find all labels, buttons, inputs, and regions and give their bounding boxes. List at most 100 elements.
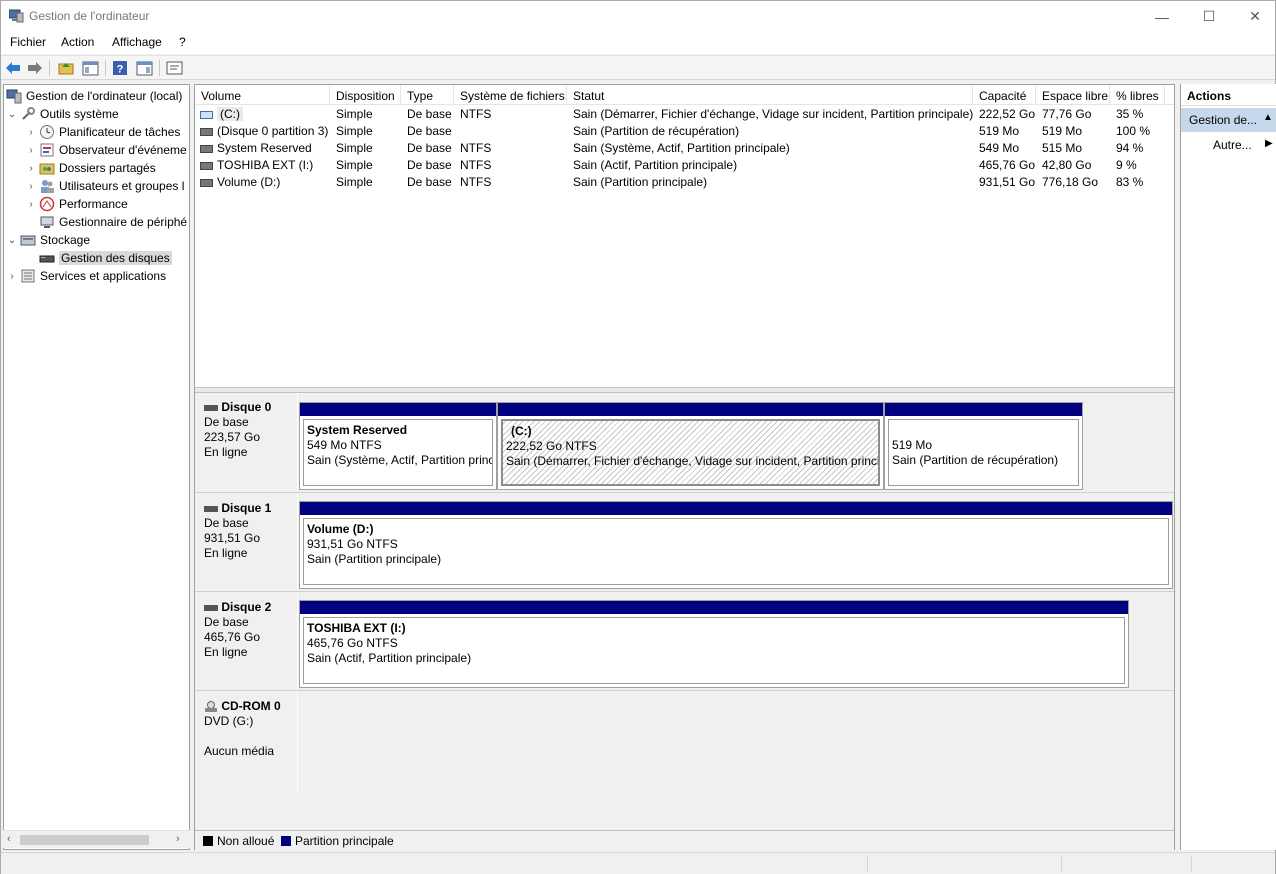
legend-unallocated: Non alloué (217, 834, 275, 848)
chevron-down-icon[interactable]: ⌄ (6, 235, 18, 246)
tree-item-performance[interactable]: › Performance (25, 195, 128, 213)
volume-capacity: 222,52 Go (979, 107, 1036, 121)
partition-details: Volume (D:) 931,51 Go NTFS Sain (Partiti… (303, 518, 1169, 585)
disk-label-2[interactable]: Disque 2 De base 465,76 Go En ligne (195, 593, 298, 690)
volume-disposition: Simple (336, 141, 373, 155)
disk-name: CD-ROM 0 (221, 699, 281, 713)
menu-action[interactable]: Action (61, 35, 94, 49)
tree-item-services[interactable]: › Services et applications (6, 267, 166, 285)
volume-status: Sain (Actif, Partition principale) (573, 158, 738, 172)
table-row[interactable]: System Reserved Simple De base NTFS Sain… (195, 139, 1174, 156)
tree-item-label: Services et applications (40, 269, 167, 283)
disk-type: De base (204, 415, 249, 429)
menu-fichier[interactable]: Fichier (10, 35, 46, 49)
disk-divider (195, 591, 1174, 592)
close-button[interactable]: ✕ (1232, 1, 1276, 32)
disk-state: En ligne (204, 445, 248, 459)
actions-section-disk-management[interactable]: Gestion de... ▲ (1181, 108, 1276, 132)
tree-item-utilisateurs[interactable]: › Utilisateurs et groupes l (25, 177, 184, 195)
chevron-right-icon[interactable]: › (25, 199, 37, 210)
chevron-down-icon[interactable]: ⌄ (6, 109, 18, 120)
tree-root[interactable]: Gestion de l'ordinateur (local) (6, 87, 182, 105)
column-header-filesystem[interactable]: Système de fichiers (454, 85, 567, 105)
status-bar (1, 852, 1275, 874)
disk-divider (195, 492, 1174, 493)
properties-icon[interactable] (165, 59, 183, 77)
menu-affichage[interactable]: Affichage (112, 35, 162, 49)
volume-name: TOSHIBA EXT (I:) (217, 158, 314, 172)
table-row[interactable]: (C:) Simple De base NTFS Sain (Démarrer,… (195, 105, 1174, 122)
show-hide-action-pane-icon[interactable] (135, 59, 153, 77)
tree-item-observateur[interactable]: › Observateur d'événeme (25, 141, 186, 159)
table-row[interactable]: (Disque 0 partition 3) Simple De base Sa… (195, 122, 1174, 139)
volume-icon (200, 127, 213, 136)
partition-c[interactable]: (C:) 222,52 Go NTFS Sain (Démarrer, Fich… (497, 402, 884, 490)
scrollbar-thumb[interactable] (20, 835, 149, 845)
partition-status: Sain (Actif, Partition principale) (307, 651, 472, 665)
partition-recovery[interactable]: 519 Mo Sain (Partition de récupération) (884, 402, 1083, 490)
tree-item-dossiers-partages[interactable]: › Dossiers partagés (25, 159, 155, 177)
column-header-type[interactable]: Type (401, 85, 454, 105)
chevron-right-icon[interactable]: › (25, 127, 37, 138)
partition-size: 519 Mo (892, 438, 933, 452)
partition-title: TOSHIBA EXT (I:) (307, 621, 406, 635)
tree-horizontal-scrollbar[interactable]: ‹ › (3, 830, 190, 848)
disk-label-cdrom[interactable]: CD-ROM 0 DVD (G:) Aucun média (195, 692, 298, 792)
back-arrow-icon[interactable] (4, 59, 22, 77)
column-header-pct-free[interactable]: % libres (1110, 85, 1165, 105)
forward-arrow-icon[interactable] (26, 59, 44, 77)
volume-name: (C:) (217, 107, 243, 121)
chevron-right-icon[interactable]: › (25, 145, 37, 156)
partition-system-reserved[interactable]: System Reserved 549 Mo NTFS Sain (Systèm… (299, 402, 497, 490)
partition-toshiba-ext[interactable]: TOSHIBA EXT (I:) 465,76 Go NTFS Sain (Ac… (299, 600, 1129, 688)
disk-icon (39, 255, 55, 263)
menu-help[interactable]: ? (179, 35, 186, 49)
volume-icon (200, 110, 213, 119)
volume-pct-free: 94 % (1116, 141, 1144, 155)
chevron-right-icon[interactable]: › (25, 181, 37, 192)
partition-status: Sain (Démarrer, Fichier d'échange, Vidag… (506, 454, 880, 468)
collapse-up-icon[interactable]: ▲ (1263, 112, 1273, 123)
volume-icon (200, 178, 213, 187)
disk-label-1[interactable]: Disque 1 De base 931,51 Go En ligne (195, 494, 298, 591)
volume-pct-free: 100 % (1116, 124, 1151, 138)
volume-type: De base (407, 175, 452, 189)
partition-status: Sain (Partition de récupération) (892, 453, 1059, 467)
column-header-free-space[interactable]: Espace libre (1036, 85, 1110, 105)
status-segment (867, 855, 868, 873)
column-header-volume[interactable]: Volume (195, 85, 330, 105)
disk-label-0[interactable]: Disque 0 De base 223,57 Go En ligne (195, 393, 298, 492)
tree-item-planificateur[interactable]: › Planificateur de tâches (25, 123, 180, 141)
column-header-status[interactable]: Statut (567, 85, 973, 105)
column-header-disposition[interactable]: Disposition (330, 85, 401, 105)
table-row[interactable]: Volume (D:) Simple De base NTFS Sain (Pa… (195, 173, 1174, 190)
scroll-left-icon[interactable]: ‹ (7, 833, 11, 845)
tree-item-gestion-disques[interactable]: Gestion des disques (37, 249, 172, 267)
volume-list-header: Volume Disposition Type Système de fichi… (195, 85, 1174, 105)
status-segment (1061, 855, 1062, 873)
chevron-right-icon[interactable]: › (6, 271, 18, 282)
up-folder-icon[interactable] (57, 59, 75, 77)
actions-item-more[interactable]: Autre... ▶ (1213, 138, 1273, 152)
volume-free-space: 77,76 Go (1042, 107, 1092, 121)
disk-name: Disque 0 (221, 400, 272, 414)
minimize-button[interactable]: — (1139, 1, 1185, 32)
tree-item-outils-systeme[interactable]: ⌄ Outils système (6, 105, 119, 123)
actions-item-label: Autre... (1213, 138, 1252, 152)
help-icon[interactable]: ? (111, 59, 129, 77)
volume-pct-free: 9 % (1116, 158, 1137, 172)
tree-item-gestionnaire-peripheriques[interactable]: Gestionnaire de périphé (37, 213, 187, 231)
partition-d[interactable]: Volume (D:) 931,51 Go NTFS Sain (Partiti… (299, 501, 1173, 589)
chevron-right-icon[interactable]: › (25, 163, 37, 174)
cdrom-empty-area (299, 692, 1174, 792)
table-row[interactable]: TOSHIBA EXT (I:) Simple De base NTFS Sai… (195, 156, 1174, 173)
column-header-capacity[interactable]: Capacité (973, 85, 1036, 105)
partition-details: TOSHIBA EXT (I:) 465,76 Go NTFS Sain (Ac… (303, 617, 1125, 684)
partition-size: 931,51 Go NTFS (307, 537, 398, 551)
show-hide-console-tree-icon[interactable] (81, 59, 99, 77)
maximize-button[interactable]: ☐ (1186, 1, 1232, 32)
disk-size: 465,76 Go (204, 630, 261, 644)
scroll-right-icon[interactable]: › (176, 833, 180, 845)
volume-type: De base (407, 158, 452, 172)
tree-item-stockage[interactable]: ⌄ Stockage (6, 231, 90, 249)
